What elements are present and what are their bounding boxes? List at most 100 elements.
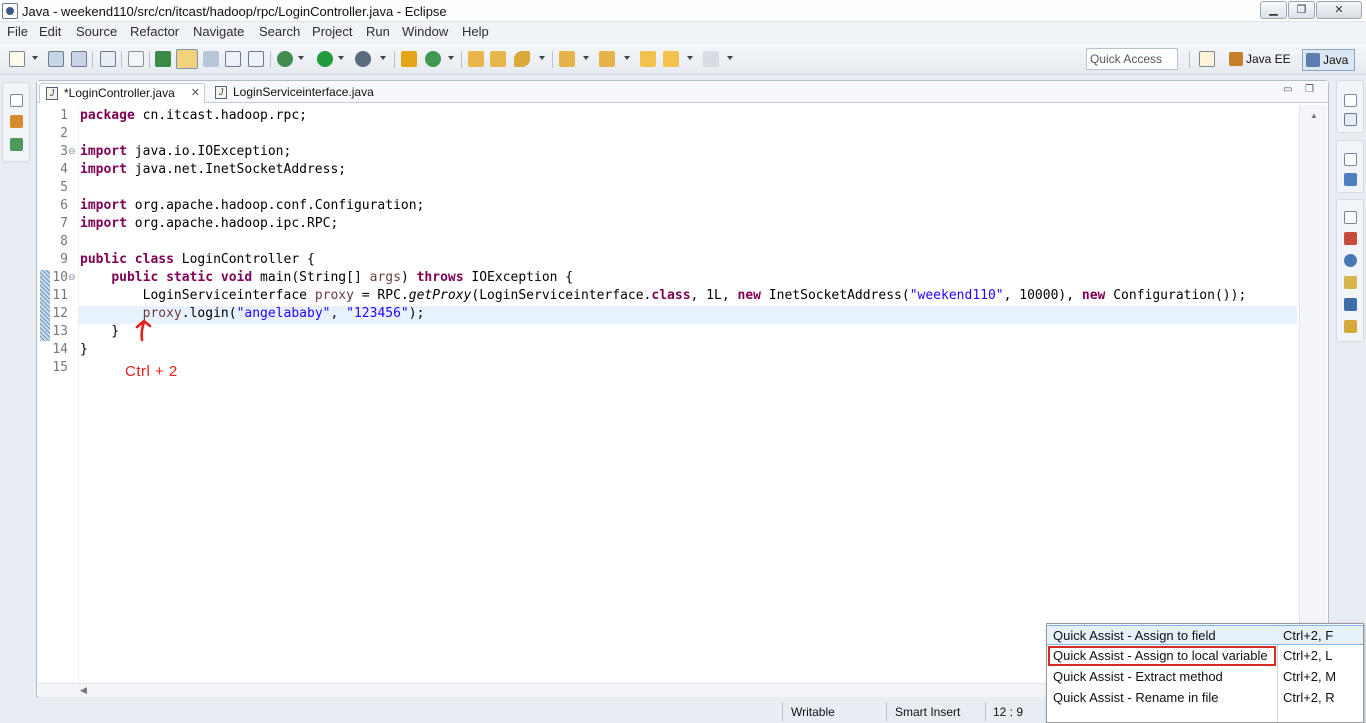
skip-breakpoints-icon[interactable]	[128, 51, 144, 67]
ctrl-2-annotation: Ctrl + 2	[125, 363, 178, 380]
menu-run[interactable]: Run	[366, 24, 390, 39]
code-line-7: import org.apache.hadoop.ipc.RPC;	[80, 216, 339, 231]
open-perspective-icon[interactable]	[1199, 51, 1215, 67]
new-java-class-icon[interactable]	[425, 51, 441, 67]
declaration-icon[interactable]	[1344, 276, 1357, 289]
code-line-3: import java.io.IOException;	[80, 144, 292, 159]
restore-icon[interactable]	[10, 94, 23, 107]
quick-access-field[interactable]: Quick Access	[1086, 48, 1178, 70]
line-number: 5	[60, 180, 68, 195]
menu-help[interactable]: Help	[462, 24, 489, 39]
previous-annotation-dropdown-icon[interactable]	[624, 56, 630, 60]
search-dropdown-icon[interactable]	[539, 56, 545, 60]
minimize-editor-icon[interactable]: ▭	[1283, 84, 1292, 95]
menu-bar: File Edit Source Refactor Navigate Searc…	[0, 22, 1366, 42]
forward-dropdown-icon[interactable]	[727, 56, 733, 60]
package-explorer-icon[interactable]	[10, 115, 23, 128]
java-file-icon: J	[46, 87, 58, 100]
eclipse-app-icon	[2, 3, 18, 19]
new-class-dropdown-icon[interactable]	[448, 56, 454, 60]
console-icon[interactable]	[1344, 298, 1357, 311]
minimize-button[interactable]: ▁	[1260, 1, 1287, 19]
scroll-up-icon[interactable]: ▲	[1310, 111, 1318, 120]
tab-label: *LoginController.java	[64, 86, 175, 100]
toggle-block-selection-icon[interactable]	[203, 51, 219, 67]
run-icon[interactable]	[317, 51, 333, 67]
main-toolbar: Quick Access Java EE Java	[0, 43, 1366, 75]
back-dropdown-icon[interactable]	[687, 56, 693, 60]
menu-file[interactable]: File	[7, 24, 28, 39]
save-icon[interactable]	[48, 51, 64, 67]
fold-collapse-icon[interactable]: ⊖	[68, 272, 76, 283]
back-icon[interactable]	[663, 51, 679, 67]
tab-login-service-interface[interactable]: J LoginServiceinterface.java	[209, 83, 389, 103]
next-annotation-dropdown-icon[interactable]	[583, 56, 589, 60]
code-line-12: proxy.login("angelababy", "123456");	[142, 306, 425, 321]
run-dropdown-icon[interactable]	[338, 56, 344, 60]
close-tab-icon[interactable]: ✕	[191, 84, 200, 102]
vertical-scrollbar[interactable]: ▲	[1299, 105, 1327, 683]
external-tools-dropdown-icon[interactable]	[380, 56, 386, 60]
javadoc-icon[interactable]	[1344, 254, 1357, 267]
line-number: 11	[52, 288, 68, 303]
change-marker	[40, 270, 50, 341]
open-folder-icon[interactable]	[490, 51, 506, 67]
open-type-icon[interactable]	[155, 51, 171, 67]
debug-icon[interactable]	[277, 51, 293, 67]
line-number: 14	[52, 342, 68, 357]
line-number: 8	[60, 234, 68, 249]
junit-icon[interactable]	[1344, 320, 1357, 333]
perspective-java-ee[interactable]: Java EE	[1226, 49, 1297, 71]
outline-icon[interactable]	[1344, 173, 1357, 186]
tab-login-controller[interactable]: J *LoginController.java ✕	[39, 83, 205, 103]
quick-assist-item-assign-to-field[interactable]: Quick Assist - Assign to field Ctrl+2, F	[1047, 625, 1363, 645]
previous-annotation-icon[interactable]	[599, 51, 615, 67]
perspective-java-label: Java	[1323, 53, 1349, 67]
maximize-button[interactable]: ❐	[1288, 1, 1315, 19]
menu-search[interactable]: Search	[259, 24, 300, 39]
maximize-editor-icon[interactable]: ❐	[1305, 84, 1314, 95]
print-icon[interactable]	[100, 51, 116, 67]
open-type-hierarchy-icon[interactable]	[468, 51, 484, 67]
menu-edit[interactable]: Edit	[39, 24, 61, 39]
task-list-icon[interactable]	[1344, 113, 1357, 126]
menu-source[interactable]: Source	[76, 24, 117, 39]
close-window-button[interactable]: ✕	[1316, 1, 1362, 19]
last-edit-location-icon[interactable]	[640, 51, 656, 67]
right-trim-bar-top	[1336, 80, 1364, 133]
quick-assist-item-rename-in-file[interactable]: Quick Assist - Rename in file Ctrl+2, R	[1047, 688, 1363, 708]
status-writable: Writable	[791, 705, 835, 719]
next-annotation-icon[interactable]	[559, 51, 575, 67]
new-dropdown-icon[interactable]	[32, 56, 38, 60]
problems-icon[interactable]	[1344, 232, 1357, 245]
restore-icon[interactable]	[1344, 94, 1357, 107]
status-insert-mode[interactable]: Smart Insert	[895, 701, 960, 723]
code-area[interactable]: 1 2 3 4 5 6 7 8 9 10 11 12 13 14 15 ⊖ ⊖ …	[38, 105, 1299, 683]
restore-icon[interactable]	[1344, 153, 1357, 166]
new-java-project-icon[interactable]	[401, 51, 417, 67]
perspective-java[interactable]: Java	[1302, 49, 1356, 71]
external-tools-icon[interactable]	[355, 51, 371, 67]
code-line-4: import java.net.InetSocketAddress;	[80, 162, 347, 177]
line-number: 2	[60, 126, 68, 141]
toggle-mark-occurrences-icon[interactable]	[176, 49, 198, 69]
title-bar: Java - weekend110/src/cn/itcast/hadoop/r…	[0, 0, 1366, 22]
restore-icon[interactable]	[1344, 211, 1357, 224]
forward-icon[interactable]	[703, 51, 719, 67]
menu-window[interactable]: Window	[402, 24, 448, 39]
fold-collapse-icon[interactable]: ⊖	[68, 146, 76, 157]
menu-refactor[interactable]: Refactor	[130, 24, 179, 39]
menu-navigate[interactable]: Navigate	[193, 24, 244, 39]
search-icon[interactable]	[514, 51, 530, 67]
quick-assist-popup: Quick Assist - Assign to field Ctrl+2, F…	[1046, 623, 1364, 723]
quick-assist-item-extract-method[interactable]: Quick Assist - Extract method Ctrl+2, M	[1047, 667, 1363, 687]
debug-dropdown-icon[interactable]	[298, 56, 304, 60]
show-paragraph-icon[interactable]	[248, 51, 264, 67]
quick-assist-item-assign-to-local-variable[interactable]: Quick Assist - Assign to local variable …	[1047, 646, 1363, 666]
scroll-left-icon[interactable]: ◀	[80, 685, 87, 696]
menu-project[interactable]: Project	[312, 24, 352, 39]
show-whitespace-icon[interactable]	[225, 51, 241, 67]
new-icon[interactable]	[9, 51, 25, 67]
type-hierarchy-icon[interactable]	[10, 138, 23, 151]
save-all-icon[interactable]	[71, 51, 87, 67]
